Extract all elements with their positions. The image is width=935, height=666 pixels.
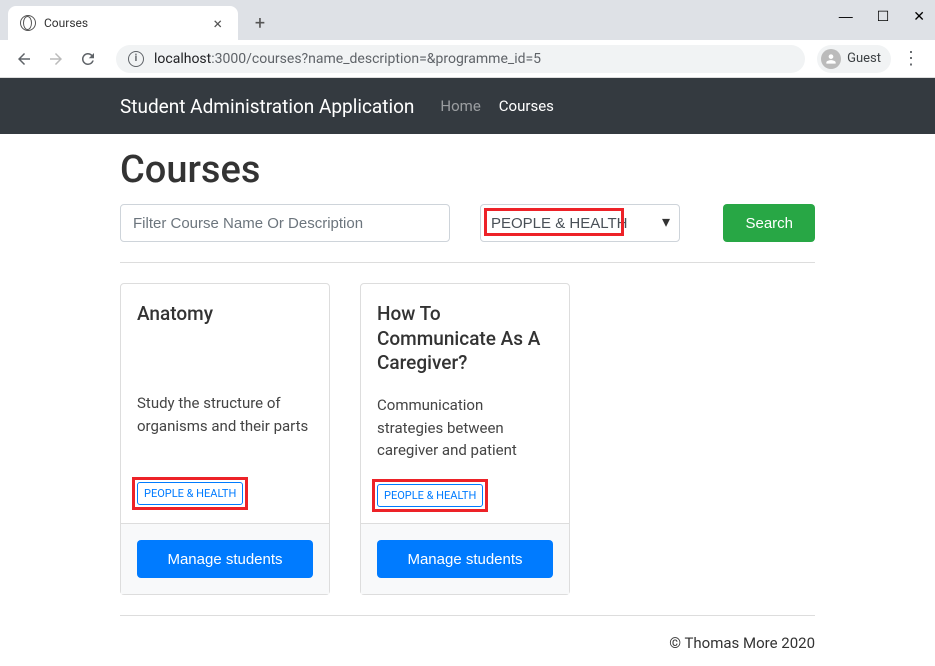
kebab-menu-button[interactable]: ⋮ [895,43,927,75]
browser-chrome: Courses × + — ☐ ✕ [0,0,935,40]
new-tab-button[interactable]: + [246,9,274,37]
maximize-button[interactable]: ☐ [877,8,890,25]
browser-toolbar: i localhost:3000/courses?name_descriptio… [0,40,935,78]
course-title: Anatomy [137,302,313,374]
course-cards: Anatomy Study the structure of organisms… [120,283,815,595]
reload-icon [79,50,97,68]
programme-badge[interactable]: PEOPLE & HEALTH [137,482,243,505]
profile-label: Guest [847,51,881,66]
programme-select-wrap: PEOPLE & HEALTH [480,204,680,242]
filter-input[interactable] [120,204,450,242]
card-body: How To Communicate As A Caregiver? Commu… [361,284,569,523]
programme-badge[interactable]: PEOPLE & HEALTH [377,484,483,507]
globe-icon [20,15,36,31]
nav-link-home[interactable]: Home [440,97,480,115]
course-description: Communication strategies between caregiv… [377,394,553,464]
minimize-button[interactable]: — [839,8,853,25]
tab-title: Courses [44,16,209,30]
info-icon: i [128,51,144,67]
course-title: How To Communicate As A Caregiver? [377,302,553,376]
card-footer: Manage students [121,523,329,594]
window-controls: — ☐ ✕ [839,8,925,25]
page-content: Courses PEOPLE & HEALTH Search Anatomy S… [0,134,935,652]
brand-title: Student Administration Application [120,95,414,118]
profile-badge[interactable]: Guest [817,45,891,73]
programme-select[interactable]: PEOPLE & HEALTH [480,204,680,242]
card-body: Anatomy Study the structure of organisms… [121,284,329,523]
card-footer: Manage students [361,523,569,594]
plus-icon: + [255,13,265,34]
close-icon[interactable]: × [209,14,226,33]
arrow-right-icon [47,50,65,68]
reload-button[interactable] [72,43,104,75]
avatar-icon [821,49,841,69]
search-button[interactable]: Search [723,204,815,242]
url-bar[interactable]: i localhost:3000/courses?name_descriptio… [116,45,805,73]
course-description: Study the structure of organisms and the… [137,392,313,462]
close-window-button[interactable]: ✕ [913,8,925,25]
badge-wrap: PEOPLE & HEALTH [377,484,483,507]
arrow-left-icon [15,50,33,68]
course-card: Anatomy Study the structure of organisms… [120,283,330,595]
page-footer: © Thomas More 2020 [120,615,815,652]
page-title: Courses [120,148,815,192]
app-navbar: Student Administration Application Home … [0,78,935,134]
badge-wrap: PEOPLE & HEALTH [137,482,243,505]
course-card: How To Communicate As A Caregiver? Commu… [360,283,570,595]
nav-link-courses[interactable]: Courses [499,97,554,115]
forward-button [40,43,72,75]
manage-students-button[interactable]: Manage students [377,540,553,578]
browser-tab[interactable]: Courses × [8,6,238,40]
filter-row: PEOPLE & HEALTH Search [120,204,815,263]
url-text: localhost:3000/courses?name_description=… [154,51,541,67]
manage-students-button[interactable]: Manage students [137,540,313,578]
back-button[interactable] [8,43,40,75]
